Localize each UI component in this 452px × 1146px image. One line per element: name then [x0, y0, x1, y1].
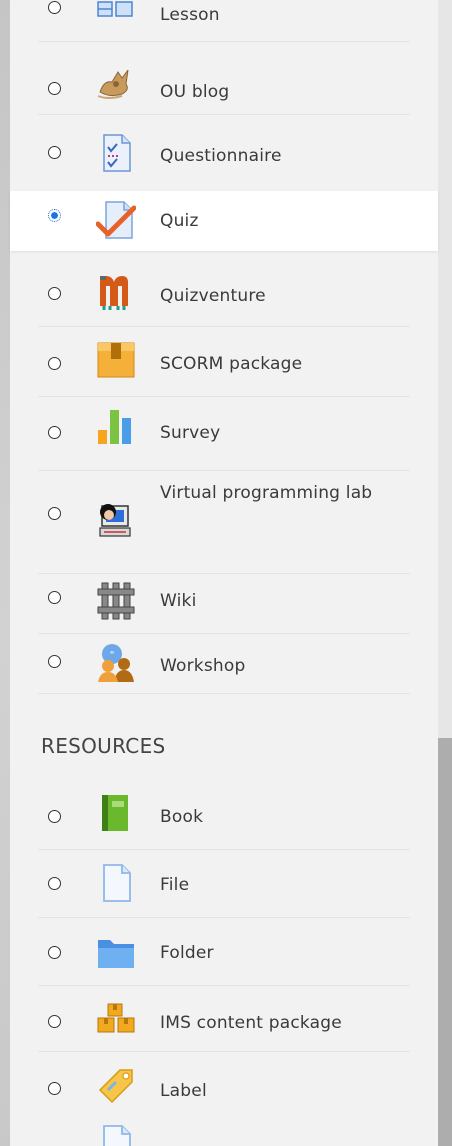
radio-book[interactable] [48, 810, 61, 823]
label-wiki: Wiki [160, 591, 197, 611]
option-wiki[interactable]: Wiki [10, 574, 438, 634]
radio-file[interactable] [48, 877, 61, 890]
file-icon [103, 864, 131, 902]
option-scorm-package[interactable]: SCORM package [10, 327, 438, 397]
radio-scorm-package[interactable] [48, 357, 61, 370]
page-icon [103, 1125, 131, 1146]
survey-icon [98, 410, 131, 444]
svg-text:": " [110, 650, 115, 661]
option-label[interactable]: Label [10, 1052, 438, 1122]
workshop-icon: " [98, 644, 134, 682]
option-page[interactable] [10, 1122, 438, 1146]
label-scorm-package: SCORM package [160, 354, 303, 374]
label-survey: Survey [160, 423, 221, 443]
radio-workshop[interactable] [48, 655, 61, 668]
radio-virtual-programming-lab[interactable] [48, 507, 61, 520]
option-virtual-programming-lab[interactable]: Virtual programming lab [10, 471, 438, 574]
option-ou-blog[interactable]: OU blog [10, 42, 438, 115]
scorm-icon [97, 342, 135, 378]
radio-quizventure[interactable] [48, 287, 61, 300]
label-icon [98, 1069, 133, 1104]
radio-survey[interactable] [48, 426, 61, 439]
label-ims-content-package: IMS content package [160, 1013, 342, 1033]
book-icon [102, 795, 128, 831]
option-workshop[interactable]: " Workshop [10, 634, 438, 694]
quiz-icon [96, 201, 136, 239]
label-questionnaire: Questionnaire [160, 146, 282, 166]
radio-questionnaire[interactable] [48, 146, 61, 159]
label-quizventure: Quizventure [160, 286, 266, 306]
label-ou-blog: OU blog [160, 82, 230, 102]
questionnaire-icon [103, 134, 131, 172]
option-book[interactable]: Book [10, 782, 438, 850]
label-book: Book [160, 807, 204, 827]
ims-package-icon [97, 1003, 135, 1033]
option-lesson[interactable]: Lesson [10, 0, 438, 42]
ou-blog-icon [97, 69, 129, 99]
resources-heading: RESOURCES [41, 734, 166, 758]
radio-ims-content-package[interactable] [48, 1015, 61, 1028]
radio-wiki[interactable] [48, 591, 61, 604]
radio-lesson[interactable] [48, 1, 61, 14]
radio-quiz[interactable] [48, 209, 61, 222]
option-file[interactable]: File [10, 850, 438, 918]
radio-label[interactable] [48, 1082, 61, 1095]
scrollbar-thumb[interactable] [438, 738, 452, 1146]
folder-icon [98, 940, 134, 968]
label-workshop: Workshop [160, 656, 246, 676]
radio-folder[interactable] [48, 946, 61, 959]
option-folder[interactable]: Folder [10, 918, 438, 986]
label-folder: Folder [160, 943, 214, 963]
option-quizventure[interactable]: Quizventure [10, 251, 438, 327]
option-questionnaire[interactable]: Questionnaire [10, 115, 438, 191]
radio-ou-blog[interactable] [48, 82, 61, 95]
option-ims-content-package[interactable]: IMS content package [10, 986, 438, 1052]
label-lesson: Lesson [160, 5, 220, 25]
vpl-icon [99, 504, 131, 537]
quizventure-icon [100, 276, 128, 310]
lesson-icon [97, 1, 133, 17]
wiki-icon [97, 582, 135, 620]
label-file: File [160, 875, 190, 895]
option-quiz[interactable]: Quiz [10, 191, 438, 251]
label-virtual-programming-lab: Virtual programming lab [160, 483, 373, 503]
label-quiz: Quiz [160, 211, 199, 231]
option-survey[interactable]: Survey [10, 397, 438, 471]
activity-chooser-list: Lesson OU blog Questionnaire Quiz Quizve… [10, 0, 438, 1146]
scrollbar-track[interactable] [438, 0, 452, 738]
label-label: Label [160, 1081, 207, 1101]
